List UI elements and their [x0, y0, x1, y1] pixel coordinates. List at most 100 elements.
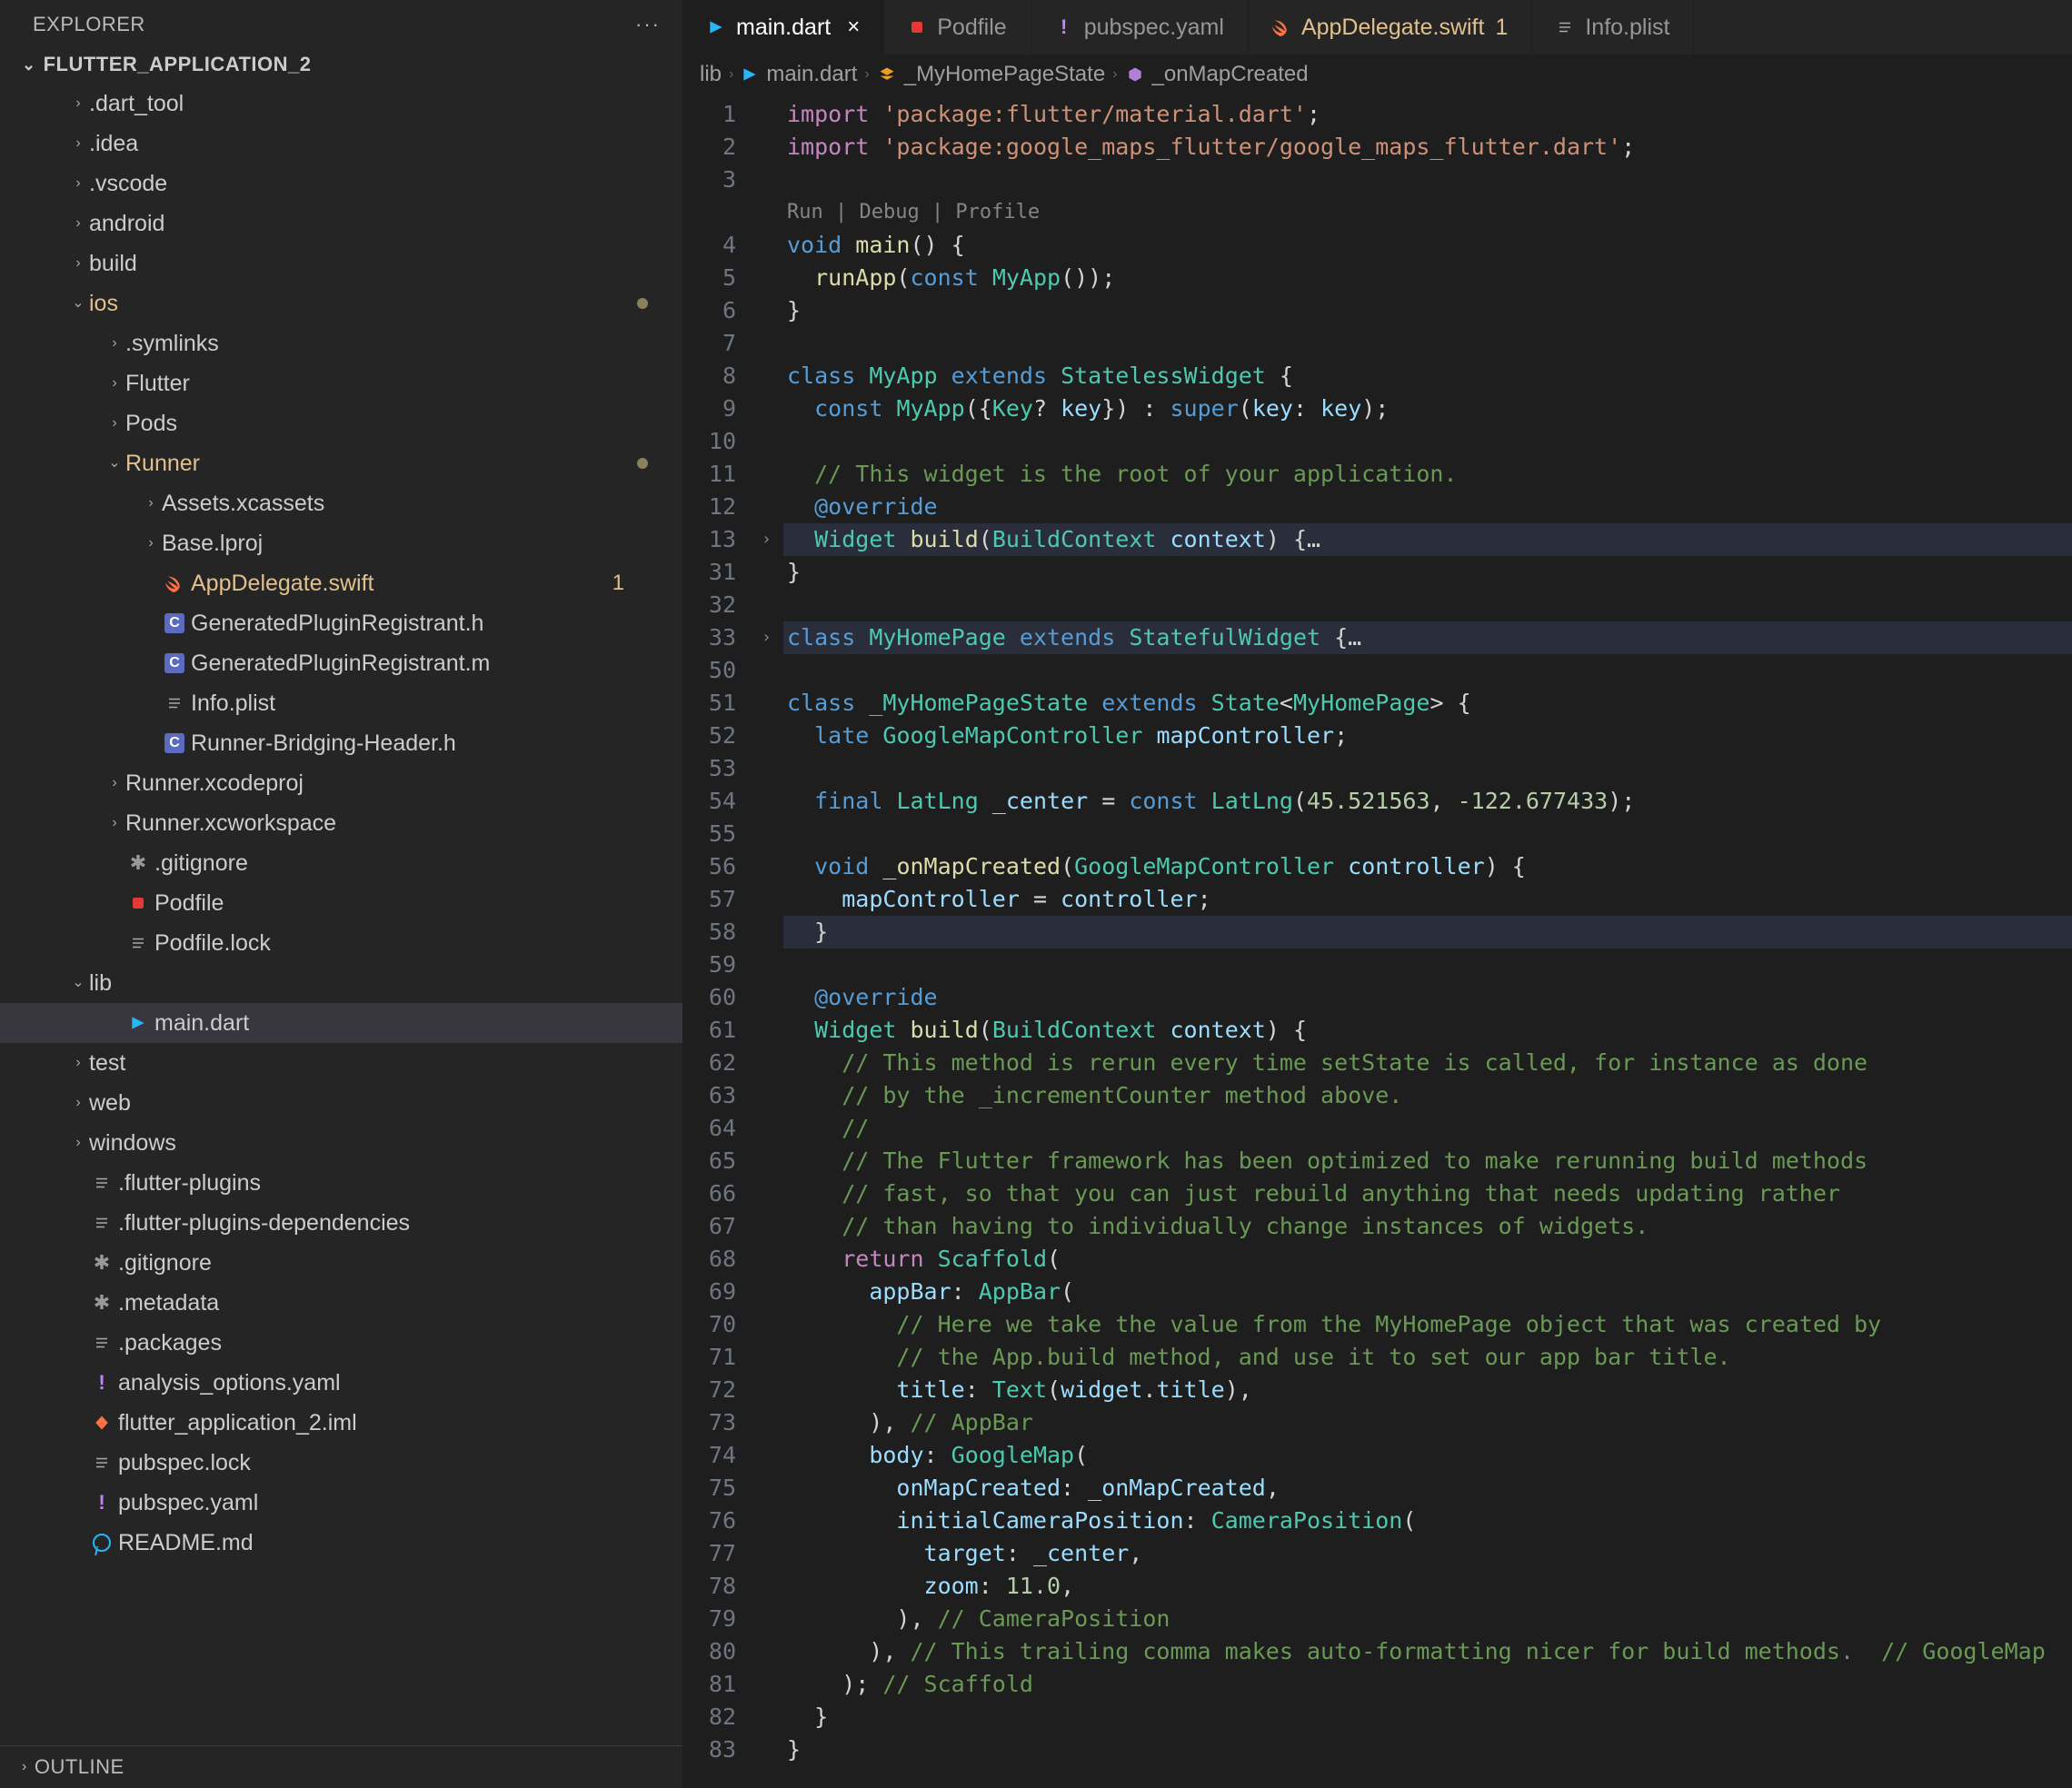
tree-item[interactable]: ✱.metadata	[0, 1283, 682, 1323]
code-line[interactable]: // than having to individually change in…	[783, 1210, 2072, 1243]
code-line[interactable]: // This method is rerun every time setSt…	[783, 1047, 2072, 1079]
editor-tab[interactable]: Info.plist	[1532, 0, 1694, 55]
tree-item[interactable]: ›build	[0, 243, 682, 283]
tree-item[interactable]: main.dart	[0, 1003, 682, 1043]
tree-item[interactable]: ✱.gitignore	[0, 1243, 682, 1283]
code-line[interactable]: // Here we take the value from the MyHom…	[783, 1308, 2072, 1341]
breadcrumb-item[interactable]: _MyHomePageState	[904, 62, 1105, 87]
editor-tab[interactable]: Podfile	[884, 0, 1031, 55]
tree-item[interactable]: ›windows	[0, 1123, 682, 1163]
code-line[interactable]: zoom: 11.0,	[783, 1570, 2072, 1603]
code-line[interactable]: onMapCreated: _onMapCreated,	[783, 1472, 2072, 1505]
code-line[interactable]: appBar: AppBar(	[783, 1276, 2072, 1308]
tree-item[interactable]: .flutter-plugins	[0, 1163, 682, 1203]
code-line[interactable]: ); // Scaffold	[783, 1668, 2072, 1701]
tree-item[interactable]: iREADME.md	[0, 1523, 682, 1563]
tree-item[interactable]: .flutter-plugins-dependencies	[0, 1203, 682, 1243]
code-line[interactable]: void main() {	[783, 229, 2072, 262]
tree-item[interactable]: ✱.gitignore	[0, 843, 682, 883]
tree-item[interactable]: ›Base.lproj	[0, 523, 682, 563]
code-line[interactable]: initialCameraPosition: CameraPosition(	[783, 1505, 2072, 1537]
project-root[interactable]: ⌄ FLUTTER_APPLICATION_2	[0, 45, 682, 84]
tree-item[interactable]: ›Pods	[0, 403, 682, 443]
code-line[interactable]	[783, 752, 2072, 785]
tree-item[interactable]: Podfile	[0, 883, 682, 923]
code-line[interactable]	[783, 949, 2072, 981]
code-line[interactable]: late GoogleMapController mapController;	[783, 720, 2072, 752]
code-line[interactable]	[783, 327, 2072, 360]
code-content[interactable]: import 'package:flutter/material.dart';i…	[783, 94, 2072, 1788]
code-line[interactable]: mapController = controller;	[783, 883, 2072, 916]
code-line[interactable]: runApp(const MyApp());	[783, 262, 2072, 294]
codelens[interactable]: Run | Debug | Profile	[783, 196, 2072, 229]
code-line[interactable]: import 'package:google_maps_flutter/goog…	[783, 131, 2072, 164]
close-icon[interactable]: ×	[847, 15, 860, 40]
code-line[interactable]: class MyApp extends StatelessWidget {	[783, 360, 2072, 392]
code-line[interactable]: // The Flutter framework has been optimi…	[783, 1145, 2072, 1177]
breadcrumb-item[interactable]: _onMapCreated	[1152, 62, 1309, 87]
tree-item[interactable]: ⌄Runner	[0, 443, 682, 483]
tree-item[interactable]: ›.vscode	[0, 164, 682, 204]
tree-item[interactable]: ›test	[0, 1043, 682, 1083]
editor-tab[interactable]: main.dart×	[683, 0, 884, 55]
code-line[interactable]	[783, 164, 2072, 196]
code-line[interactable]: @override	[783, 981, 2072, 1014]
breadcrumb-item[interactable]: main.dart	[766, 62, 857, 87]
code-line[interactable]: // fast, so that you can just rebuild an…	[783, 1177, 2072, 1210]
tree-item[interactable]: ›.idea	[0, 124, 682, 164]
code-line[interactable]: const MyApp({Key? key}) : super(key: key…	[783, 392, 2072, 425]
code-line[interactable]: }	[783, 1701, 2072, 1733]
code-line[interactable]: }	[783, 294, 2072, 327]
code-line[interactable]: target: _center,	[783, 1537, 2072, 1570]
tree-item[interactable]: AppDelegate.swift1	[0, 563, 682, 603]
code-line[interactable]: title: Text(widget.title),	[783, 1374, 2072, 1406]
tree-item[interactable]: ›Assets.xcassets	[0, 483, 682, 523]
code-line[interactable]: // This widget is the root of your appli…	[783, 458, 2072, 491]
code-line[interactable]: body: GoogleMap(	[783, 1439, 2072, 1472]
code-line[interactable]: }	[783, 1733, 2072, 1766]
code-line[interactable]: class MyHomePage extends StatefulWidget …	[783, 621, 2072, 654]
code-line[interactable]: class _MyHomePageState extends State<MyH…	[783, 687, 2072, 720]
editor-tab[interactable]: AppDelegate.swift1	[1249, 0, 1532, 55]
tree-item[interactable]: ›.symlinks	[0, 323, 682, 363]
tree-item[interactable]: CGeneratedPluginRegistrant.m	[0, 643, 682, 683]
outline-section[interactable]: › OUTLINE	[0, 1745, 682, 1788]
tree-item[interactable]: !pubspec.yaml	[0, 1483, 682, 1523]
tree-item[interactable]: ›Runner.xcodeproj	[0, 763, 682, 803]
code-editor[interactable]: 1234567891011121331323350515253545556575…	[683, 94, 2072, 1788]
code-line[interactable]: void _onMapCreated(GoogleMapController c…	[783, 850, 2072, 883]
tree-item[interactable]: Info.plist	[0, 683, 682, 723]
tree-item[interactable]: ›android	[0, 204, 682, 243]
code-line[interactable]: // by the _incrementCounter method above…	[783, 1079, 2072, 1112]
code-line[interactable]: Widget build(BuildContext context) {	[783, 1014, 2072, 1047]
code-line[interactable]	[783, 818, 2072, 850]
code-line[interactable]: Widget build(BuildContext context) {…	[783, 523, 2072, 556]
breadcrumb-item[interactable]: lib	[700, 62, 722, 87]
code-line[interactable]: import 'package:flutter/material.dart';	[783, 98, 2072, 131]
code-line[interactable]	[783, 589, 2072, 621]
fold-gutter[interactable]: ››	[762, 94, 783, 1788]
code-line[interactable]	[783, 654, 2072, 687]
tree-item[interactable]: ›Runner.xcworkspace	[0, 803, 682, 843]
code-line[interactable]: ), // CameraPosition	[783, 1603, 2072, 1635]
tree-item[interactable]: CRunner-Bridging-Header.h	[0, 723, 682, 763]
tree-item[interactable]: !analysis_options.yaml	[0, 1363, 682, 1403]
tree-item[interactable]: pubspec.lock	[0, 1443, 682, 1483]
tree-item[interactable]: Podfile.lock	[0, 923, 682, 963]
code-line[interactable]: return Scaffold(	[783, 1243, 2072, 1276]
code-line[interactable]: //	[783, 1112, 2072, 1145]
tree-item[interactable]: ⌄ios	[0, 283, 682, 323]
tree-item[interactable]: CGeneratedPluginRegistrant.h	[0, 603, 682, 643]
code-line[interactable]: }	[783, 916, 2072, 949]
tree-item[interactable]: flutter_application_2.iml	[0, 1403, 682, 1443]
code-line[interactable]: final LatLng _center = const LatLng(45.5…	[783, 785, 2072, 818]
breadcrumb[interactable]: lib›main.dart›_MyHomePageState›_onMapCre…	[683, 55, 2072, 94]
tree-item[interactable]: .packages	[0, 1323, 682, 1363]
code-line[interactable]: ), // This trailing comma makes auto-for…	[783, 1635, 2072, 1668]
code-line[interactable]: ), // AppBar	[783, 1406, 2072, 1439]
tree-item[interactable]: ›Flutter	[0, 363, 682, 403]
code-line[interactable]: @override	[783, 491, 2072, 523]
code-line[interactable]: }	[783, 556, 2072, 589]
code-line[interactable]: // the App.build method, and use it to s…	[783, 1341, 2072, 1374]
tree-item[interactable]: ›web	[0, 1083, 682, 1123]
